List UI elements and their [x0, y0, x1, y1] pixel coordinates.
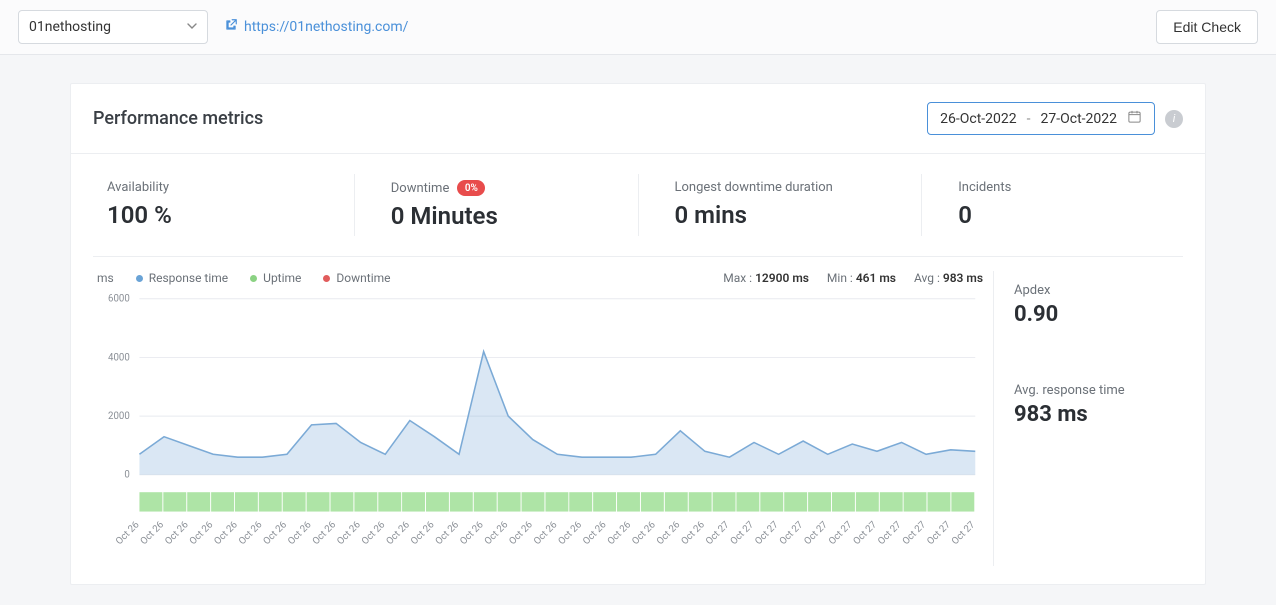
- info-icon[interactable]: i: [1165, 110, 1183, 128]
- stat-max: Max : 12900 ms: [723, 271, 809, 285]
- svg-text:Oct 26: Oct 26: [433, 519, 461, 547]
- metric-label: Downtime 0%: [391, 180, 602, 196]
- svg-text:Oct 27: Oct 27: [901, 519, 929, 547]
- svg-text:Oct 26: Oct 26: [556, 519, 584, 547]
- svg-text:Oct 26: Oct 26: [360, 519, 388, 547]
- legend-dot-icon: [250, 275, 257, 282]
- date-range-picker[interactable]: 26-Oct-2022 - 27-Oct-2022: [927, 102, 1155, 135]
- date-to: 27-Oct-2022: [1041, 111, 1118, 127]
- chart-header: ms Response time Uptime Downtime Max : 1…: [93, 271, 983, 285]
- svg-text:Oct 26: Oct 26: [237, 519, 265, 547]
- y-axis-unit: ms: [97, 271, 114, 285]
- svg-text:Oct 26: Oct 26: [163, 519, 191, 547]
- panel-header-right: 26-Oct-2022 - 27-Oct-2022 i: [927, 102, 1183, 135]
- svg-text:Oct 26: Oct 26: [483, 519, 511, 547]
- topbar: 01nethosting https://01nethosting.com/ E…: [0, 0, 1276, 55]
- chart-side-column: Apdex 0.90 Avg. response time 983 ms: [993, 271, 1183, 566]
- external-link-icon: [224, 18, 238, 36]
- metric-value: 0: [958, 201, 1169, 229]
- svg-text:Oct 26: Oct 26: [606, 519, 634, 547]
- svg-text:Oct 27: Oct 27: [778, 519, 806, 547]
- legend-item-response: Response time: [136, 271, 228, 285]
- panel-header: Performance metrics 26-Oct-2022 - 27-Oct…: [71, 84, 1205, 154]
- svg-text:4000: 4000: [108, 352, 130, 363]
- svg-text:Oct 27: Oct 27: [753, 519, 781, 547]
- svg-text:Oct 27: Oct 27: [827, 519, 855, 547]
- svg-text:Oct 27: Oct 27: [950, 519, 978, 547]
- chart-stats: Max : 12900 ms Min : 461 ms Avg : 983 ms: [723, 271, 983, 285]
- chart-legend: ms Response time Uptime Downtime: [97, 271, 391, 285]
- date-separator: -: [1027, 111, 1031, 127]
- side-label: Avg. response time: [1014, 383, 1183, 398]
- svg-text:Oct 26: Oct 26: [655, 519, 683, 547]
- svg-text:Oct 26: Oct 26: [286, 519, 314, 547]
- metric-label: Longest downtime duration: [675, 180, 886, 195]
- svg-text:Oct 26: Oct 26: [212, 519, 240, 547]
- metric-value: 0 mins: [675, 201, 886, 229]
- svg-text:Oct 27: Oct 27: [704, 519, 732, 547]
- downtime-badge: 0%: [457, 180, 485, 196]
- chevron-down-icon: [187, 19, 197, 35]
- metric-longest-downtime: Longest downtime duration 0 mins: [639, 174, 923, 236]
- svg-text:Oct 26: Oct 26: [384, 519, 412, 547]
- performance-panel: Performance metrics 26-Oct-2022 - 27-Oct…: [70, 83, 1206, 585]
- svg-text:Oct 26: Oct 26: [581, 519, 609, 547]
- legend-dot-icon: [136, 275, 143, 282]
- response-time-chart[interactable]: 0200040006000Oct 26Oct 26Oct 26Oct 26Oct…: [93, 291, 983, 562]
- side-value: 983 ms: [1014, 402, 1183, 427]
- svg-text:Oct 27: Oct 27: [925, 519, 953, 547]
- side-metric-apdex: Apdex 0.90: [1012, 271, 1183, 349]
- site-url-link[interactable]: https://01nethosting.com/: [224, 18, 408, 36]
- svg-text:Oct 26: Oct 26: [532, 519, 560, 547]
- svg-text:Oct 26: Oct 26: [261, 519, 289, 547]
- svg-text:Oct 26: Oct 26: [335, 519, 363, 547]
- svg-text:Oct 26: Oct 26: [507, 519, 535, 547]
- panel-title: Performance metrics: [93, 108, 263, 129]
- legend-dot-icon: [323, 275, 330, 282]
- svg-text:Oct 26: Oct 26: [188, 519, 216, 547]
- chart-column: ms Response time Uptime Downtime Max : 1…: [93, 271, 983, 566]
- date-from: 26-Oct-2022: [940, 111, 1017, 127]
- svg-text:Oct 27: Oct 27: [802, 519, 830, 547]
- svg-text:6000: 6000: [108, 294, 130, 305]
- metric-incidents: Incidents 0: [922, 174, 1205, 236]
- svg-text:2000: 2000: [108, 411, 130, 422]
- calendar-icon: [1127, 109, 1142, 128]
- stat-avg: Avg : 983 ms: [914, 271, 983, 285]
- site-select-value: 01nethosting: [29, 19, 111, 35]
- svg-text:Oct 26: Oct 26: [679, 519, 707, 547]
- svg-text:Oct 26: Oct 26: [409, 519, 437, 547]
- stat-min: Min : 461 ms: [827, 271, 896, 285]
- legend-item-uptime: Uptime: [250, 271, 301, 285]
- svg-text:Oct 27: Oct 27: [851, 519, 879, 547]
- metric-label: Incidents: [958, 180, 1169, 195]
- metrics-row: Availability 100 % Downtime 0% 0 Minutes…: [71, 154, 1205, 256]
- chart-section: ms Response time Uptime Downtime Max : 1…: [71, 257, 1205, 584]
- metric-value: 0 Minutes: [391, 202, 602, 230]
- svg-text:Oct 27: Oct 27: [876, 519, 904, 547]
- metric-value: 100 %: [107, 201, 318, 229]
- metric-label: Availability: [107, 180, 318, 195]
- metric-downtime: Downtime 0% 0 Minutes: [355, 174, 639, 236]
- legend-item-downtime: Downtime: [323, 271, 390, 285]
- svg-text:0: 0: [124, 470, 129, 481]
- svg-text:Oct 26: Oct 26: [630, 519, 658, 547]
- edit-check-button[interactable]: Edit Check: [1156, 10, 1258, 44]
- svg-text:Oct 26: Oct 26: [138, 519, 166, 547]
- side-value: 0.90: [1014, 302, 1183, 327]
- svg-text:Oct 27: Oct 27: [728, 519, 756, 547]
- svg-text:Oct 26: Oct 26: [458, 519, 486, 547]
- svg-text:Oct 26: Oct 26: [311, 519, 339, 547]
- svg-text:Oct 26: Oct 26: [114, 519, 142, 547]
- site-url-text: https://01nethosting.com/: [244, 19, 408, 35]
- side-label: Apdex: [1014, 283, 1183, 298]
- metric-availability: Availability 100 %: [71, 174, 355, 236]
- site-select[interactable]: 01nethosting: [18, 10, 208, 44]
- side-metric-art: Avg. response time 983 ms: [1012, 371, 1183, 449]
